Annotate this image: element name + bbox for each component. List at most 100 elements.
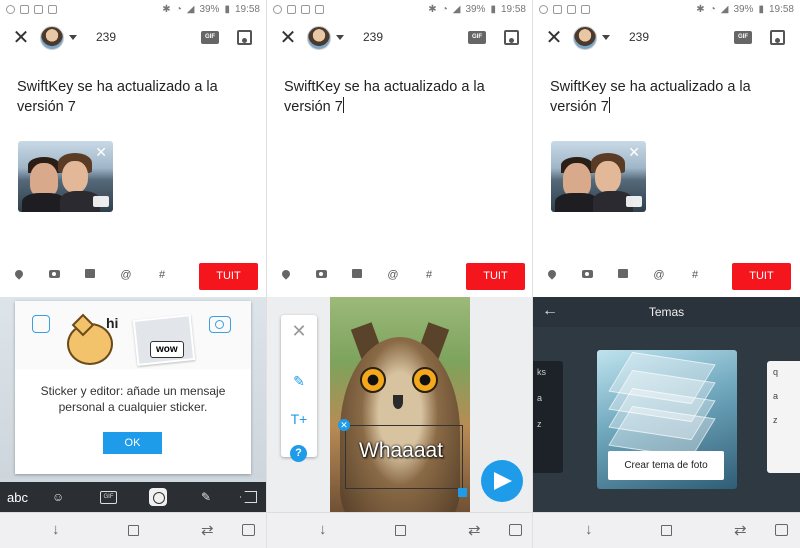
key-label: ks bbox=[537, 367, 546, 377]
location-icon[interactable] bbox=[545, 268, 559, 281]
bluetooth-icon: ✱ bbox=[162, 3, 171, 15]
compose-header: ✕ 239 GIF bbox=[533, 18, 800, 60]
mention-icon[interactable]: @ bbox=[119, 269, 133, 281]
character-count: 239 bbox=[629, 30, 650, 44]
help-icon[interactable]: ? bbox=[290, 445, 307, 462]
pin-icon[interactable]: ✎ bbox=[281, 373, 317, 390]
theme-preview-dark[interactable]: ks a z bbox=[533, 361, 563, 473]
photo-theme-card[interactable]: Crear tema de foto bbox=[597, 350, 737, 489]
attached-photo[interactable]: ✕ bbox=[18, 141, 113, 212]
gif-keyboard-icon[interactable]: GIF bbox=[100, 491, 117, 504]
back-nav-icon[interactable]: ⇄ bbox=[734, 521, 747, 539]
dialog-illustration: hi wow bbox=[15, 301, 251, 369]
dropbox-icon bbox=[581, 4, 590, 14]
key-label: q bbox=[773, 367, 779, 377]
key-label: z bbox=[773, 415, 778, 425]
character-count: 239 bbox=[363, 30, 384, 44]
avatar[interactable] bbox=[40, 26, 64, 50]
key-label: z bbox=[537, 419, 542, 429]
bluetooth-icon: ✱ bbox=[428, 3, 437, 15]
hashtag-icon[interactable]: # bbox=[155, 269, 169, 281]
key-label: a bbox=[773, 391, 779, 401]
chevron-down-icon[interactable] bbox=[336, 35, 344, 40]
camera-icon[interactable] bbox=[47, 269, 61, 281]
delete-text-icon[interactable]: ✕ bbox=[338, 419, 350, 431]
wifi-icon: ◔ bbox=[175, 3, 182, 15]
keyboard-switch-icon[interactable] bbox=[509, 524, 522, 536]
nav-bar: ↓ ⇄ bbox=[267, 512, 532, 548]
photo-detail bbox=[563, 163, 591, 197]
keyboard-switch-icon[interactable] bbox=[242, 524, 255, 536]
mention-icon[interactable]: @ bbox=[386, 269, 400, 281]
abc-button[interactable]: abc bbox=[7, 490, 28, 505]
chevron-down-icon[interactable] bbox=[602, 35, 610, 40]
location-icon[interactable] bbox=[279, 268, 293, 281]
alt-text-icon[interactable] bbox=[626, 196, 642, 207]
dropbox-icon bbox=[301, 4, 310, 14]
save-draft-icon[interactable] bbox=[504, 30, 519, 45]
close-icon[interactable]: ✕ bbox=[10, 27, 32, 49]
gif-icon[interactable]: GIF bbox=[734, 31, 752, 44]
ok-button[interactable]: OK bbox=[103, 432, 162, 454]
avatar[interactable] bbox=[573, 26, 597, 50]
camera-icon[interactable] bbox=[580, 269, 594, 281]
battery-level: 39% bbox=[199, 3, 220, 15]
remove-photo-icon[interactable]: ✕ bbox=[628, 145, 640, 159]
tweet-button[interactable]: TUIT bbox=[466, 263, 525, 290]
gallery-icon[interactable] bbox=[350, 269, 364, 281]
camera-icon[interactable] bbox=[314, 269, 328, 281]
sticker-caption[interactable]: Whaaaat bbox=[359, 439, 443, 463]
avatar[interactable] bbox=[307, 26, 331, 50]
hashtag-icon[interactable]: # bbox=[688, 269, 702, 281]
create-photo-theme-button[interactable]: Crear tema de foto bbox=[608, 451, 724, 480]
battery-icon: ▮ bbox=[490, 3, 496, 15]
home-icon[interactable] bbox=[395, 525, 406, 536]
send-icon[interactable] bbox=[481, 460, 523, 502]
close-icon[interactable]: ✕ bbox=[543, 27, 565, 49]
gallery-icon[interactable] bbox=[83, 269, 97, 281]
backspace-icon[interactable] bbox=[240, 491, 257, 503]
attached-photo[interactable]: ✕ bbox=[551, 141, 646, 212]
sticker-keyboard-icon[interactable] bbox=[149, 488, 167, 506]
tweet-button[interactable]: TUIT bbox=[199, 263, 258, 290]
mention-icon[interactable]: @ bbox=[652, 269, 666, 281]
theme-preview-light[interactable]: q a z bbox=[767, 361, 800, 473]
gif-icon[interactable]: GIF bbox=[468, 31, 486, 44]
close-editor-icon[interactable]: ✕ bbox=[281, 321, 317, 342]
keyboard-switch-icon[interactable] bbox=[775, 524, 788, 536]
save-draft-icon[interactable] bbox=[237, 30, 252, 45]
alt-text-icon[interactable] bbox=[93, 196, 109, 207]
dnd-icon bbox=[273, 4, 282, 14]
tweet-text: SwiftKey se ha actualizado a la versión … bbox=[550, 79, 751, 115]
dropbox-icon bbox=[567, 4, 576, 14]
tweet-text-field[interactable]: SwiftKey se ha actualizado a la versión … bbox=[284, 77, 524, 117]
status-bar: ✱ ◔ ◢ 39% ▮ 19:58 bbox=[533, 0, 800, 18]
tweet-button[interactable]: TUIT bbox=[732, 263, 791, 290]
back-nav-icon[interactable]: ⇄ bbox=[201, 521, 214, 539]
close-icon[interactable]: ✕ bbox=[277, 27, 299, 49]
hide-keyboard-icon[interactable]: ↓ bbox=[585, 521, 593, 538]
text-cursor bbox=[608, 97, 610, 113]
gallery-icon[interactable] bbox=[616, 269, 630, 281]
sticker-icon bbox=[32, 315, 50, 333]
resize-handle[interactable] bbox=[458, 488, 467, 497]
home-icon[interactable] bbox=[661, 525, 672, 536]
home-icon[interactable] bbox=[128, 525, 139, 536]
save-draft-icon[interactable] bbox=[770, 30, 785, 45]
chevron-down-icon[interactable] bbox=[69, 35, 77, 40]
add-text-icon[interactable]: T+ bbox=[281, 411, 317, 427]
hide-keyboard-icon[interactable]: ↓ bbox=[52, 521, 60, 538]
location-icon[interactable] bbox=[12, 268, 26, 281]
hashtag-icon[interactable]: # bbox=[422, 269, 436, 281]
tweet-text-field[interactable]: SwiftKey se ha actualizado a la versión … bbox=[17, 77, 257, 117]
remove-photo-icon[interactable]: ✕ bbox=[95, 145, 107, 159]
sticker-editor: ✕ ✎ T+ ? Whaaaat ✕ bbox=[267, 297, 532, 513]
bluetooth-icon: ✱ bbox=[696, 3, 705, 15]
pin-icon[interactable]: ✎ bbox=[201, 490, 211, 504]
emoji-icon[interactable]: ☺ bbox=[52, 490, 64, 504]
dnd-icon bbox=[6, 4, 15, 14]
back-nav-icon[interactable]: ⇄ bbox=[468, 521, 481, 539]
hide-keyboard-icon[interactable]: ↓ bbox=[319, 521, 327, 538]
tweet-text-field[interactable]: SwiftKey se ha actualizado a la versión … bbox=[550, 77, 790, 117]
gif-icon[interactable]: GIF bbox=[201, 31, 219, 44]
